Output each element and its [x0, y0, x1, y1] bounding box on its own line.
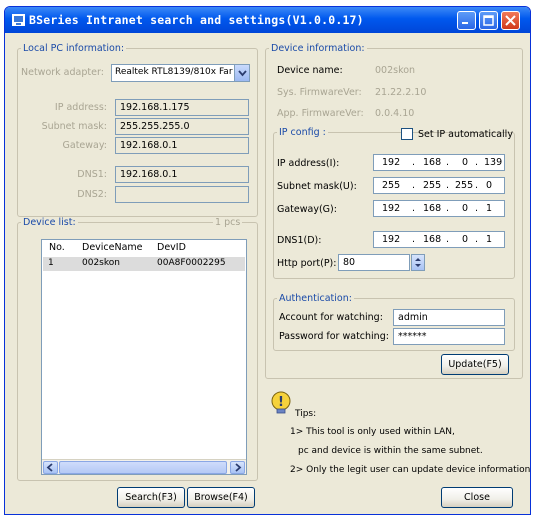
pc-dns1-field: 192.168.0.1 — [115, 166, 249, 183]
password-input[interactable]: ****** — [393, 328, 505, 345]
spinner-arrows-icon — [415, 258, 421, 267]
horizontal-scrollbar[interactable] — [42, 459, 246, 474]
maximize-icon — [483, 15, 494, 26]
dns1-input[interactable]: 192 . 168 . 0 . 1 — [373, 231, 505, 248]
ip-config-legend: IP config : — [279, 127, 326, 138]
sys-fw-label: Sys. FirmwareVer: — [277, 87, 362, 98]
device-name-value: 002skon — [375, 65, 416, 76]
adapter-dropdown-button[interactable] — [234, 65, 249, 81]
account-input[interactable]: admin — [393, 309, 505, 326]
tips-title: Tips: — [295, 409, 317, 419]
chevron-right-icon — [235, 463, 242, 472]
sys-fw-value: 21.22.2.10 — [375, 87, 427, 98]
adapter-label: Network adapter: — [21, 67, 104, 78]
device-list[interactable]: No. DeviceName DevID 1 002skon 00A8F0002… — [41, 239, 247, 475]
dns-octet-1: 192 — [382, 234, 401, 245]
device-info-legend: Device information: — [271, 43, 365, 54]
column-header-devid[interactable]: DevID — [157, 240, 186, 256]
tips-line-3: 2> Only the legit user can update device… — [290, 465, 531, 475]
http-port-label: Http port(P): — [277, 258, 337, 269]
app-icon — [12, 14, 25, 26]
ip-address-input[interactable]: 192 . 168 . 0 . 139 — [373, 154, 505, 171]
browse-button[interactable]: Browse(F4) — [187, 487, 255, 508]
update-button[interactable]: Update(F5) — [441, 354, 509, 375]
http-port-spinner[interactable] — [411, 254, 425, 271]
pc-dns2-label: DNS2: — [77, 189, 107, 200]
minimize-icon — [462, 22, 468, 24]
subnet-mask-label: Subnet mask(U): — [277, 181, 357, 192]
ip-address-label: IP address(I): — [277, 158, 340, 169]
row-device-name: 002skon — [82, 258, 120, 268]
app-window: BSeries Intranet search and settings(V1.… — [4, 6, 531, 515]
local-pc-legend: Local PC information: — [23, 43, 125, 54]
chevron-left-icon — [46, 463, 53, 472]
gateway-input[interactable]: 192 . 168 . 0 . 1 — [373, 200, 505, 217]
app-fw-label: App. FirmwareVer: — [277, 108, 364, 119]
ip-octet-3: 0 — [462, 157, 469, 168]
close-icon — [505, 15, 516, 26]
scroll-thumb[interactable] — [59, 461, 227, 474]
adapter-select[interactable]: Realtek RTL8139/810x Far — [111, 64, 250, 82]
dns-octet-4: 1 — [486, 234, 493, 245]
pc-ip-label: IP address: — [54, 102, 107, 113]
chevron-down-icon — [238, 70, 247, 77]
scroll-left-button[interactable] — [43, 461, 58, 474]
app-fw-value: 0.0.4.10 — [375, 108, 415, 119]
gw-octet-3: 0 — [462, 203, 469, 214]
ip-octet-4: 139 — [484, 157, 503, 168]
gw-octet-4: 1 — [486, 203, 493, 214]
dns-octet-3: 0 — [462, 234, 469, 245]
password-label: Password for watching: — [279, 331, 389, 342]
window-title: BSeries Intranet search and settings(V1.… — [29, 13, 364, 27]
ip-octet-1: 192 — [382, 157, 401, 168]
maximize-button[interactable] — [479, 11, 498, 30]
device-count: 1 pcs — [213, 217, 243, 228]
minimize-button[interactable] — [457, 11, 476, 30]
auth-legend: Authentication: — [279, 293, 352, 304]
pc-gateway-field: 192.168.0.1 — [115, 137, 249, 154]
subnet-mask-input[interactable]: 255 . 255 . 255 . 0 — [373, 177, 505, 194]
title-bar[interactable]: BSeries Intranet search and settings(V1.… — [5, 7, 530, 33]
scroll-right-button[interactable] — [230, 461, 245, 474]
tips-line-2: pc and device is within the same subnet. — [298, 446, 483, 456]
mask-octet-3: 255 — [455, 180, 474, 191]
pc-gateway-label: Gateway: — [62, 140, 107, 151]
device-list-legend: Device list: — [23, 217, 76, 228]
ip-octet-2: 168 — [423, 157, 442, 168]
tips-line-1: 1> This tool is only used within LAN, — [290, 427, 455, 437]
auto-ip-checkbox[interactable] — [401, 128, 413, 140]
pc-mask-label: Subnet mask: — [41, 121, 107, 132]
table-row[interactable]: 1 002skon 00A8F0002295 — [43, 257, 245, 271]
device-name-label: Device name: — [277, 65, 343, 76]
pc-dns2-field — [115, 186, 249, 203]
close-window-button[interactable] — [501, 11, 520, 30]
mask-octet-2: 255 — [423, 180, 442, 191]
dns1-label: DNS1(D): — [277, 235, 322, 246]
svg-text:!: ! — [278, 395, 284, 410]
search-button[interactable]: Search(F3) — [117, 487, 185, 508]
gw-octet-1: 192 — [382, 203, 401, 214]
mask-octet-1: 255 — [382, 180, 401, 191]
pc-dns1-label: DNS1: — [77, 169, 107, 180]
auto-ip-label: Set IP automatically — [418, 129, 513, 140]
dns-octet-2: 168 — [423, 234, 442, 245]
close-button[interactable]: Close — [441, 487, 513, 508]
gateway-label: Gateway(G): — [277, 204, 337, 215]
row-devid: 00A8F0002295 — [157, 258, 226, 268]
mask-octet-4: 0 — [486, 180, 493, 191]
column-header-no[interactable]: No. — [49, 240, 65, 256]
gw-octet-2: 168 — [423, 203, 442, 214]
pc-ip-field: 192.168.1.175 — [115, 99, 249, 116]
account-label: Account for watching: — [279, 312, 383, 323]
row-no: 1 — [48, 258, 54, 268]
http-port-input[interactable]: 80 — [338, 254, 410, 271]
info-bulb-icon: ! — [271, 391, 291, 414]
pc-mask-field: 255.255.255.0 — [115, 118, 249, 135]
adapter-value: Realtek RTL8139/810x Far — [115, 67, 233, 77]
column-header-devicename[interactable]: DeviceName — [82, 240, 143, 256]
